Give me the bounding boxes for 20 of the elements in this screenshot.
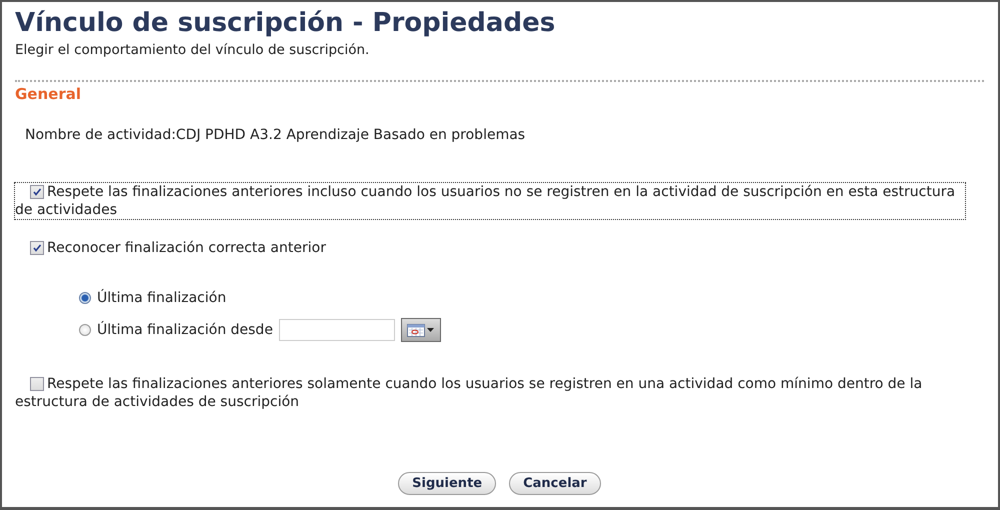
radio-button[interactable] — [79, 292, 91, 304]
page-description: Elegir el comportamiento del vínculo de suscripción. — [15, 42, 370, 58]
checkbox[interactable] — [30, 185, 44, 199]
form-button[interactable]: Cancelar — [509, 472, 601, 495]
form-button[interactable]: Siguiente — [398, 472, 496, 495]
checkbox[interactable] — [30, 241, 44, 255]
checkbox-label[interactable]: Respete las finalizaciones anteriores solamente cuando los usuarios se registren en una actividad como mínimo dentro de la estructura de actividades de suscripción — [15, 375, 965, 411]
radio-button[interactable] — [79, 324, 91, 336]
date-field[interactable] — [278, 319, 395, 341]
section-heading: General — [15, 85, 81, 103]
checkbox-label[interactable]: Respete las finalizaciones anteriores incluso cuando los usuarios no se registren en la actividad de suscripción en esta estructura de actividades — [15, 183, 965, 219]
calendar-icon — [407, 324, 426, 336]
activity-name: Nombre de actividad:CDJ PDHD A3.2 Aprendizaje Basado en problemas — [25, 127, 526, 143]
calendar-dropdown-button[interactable] — [400, 318, 441, 342]
caret-icon — [427, 328, 434, 332]
page-title: Vínculo de suscripción - Propiedades — [15, 8, 556, 38]
radio-label[interactable]: Última finalización desde — [97, 322, 273, 338]
checkbox-label[interactable]: Reconocer finalización correcta anterior — [15, 239, 965, 257]
radio-label[interactable]: Última finalización — [97, 290, 226, 306]
checkbox[interactable] — [30, 377, 44, 391]
